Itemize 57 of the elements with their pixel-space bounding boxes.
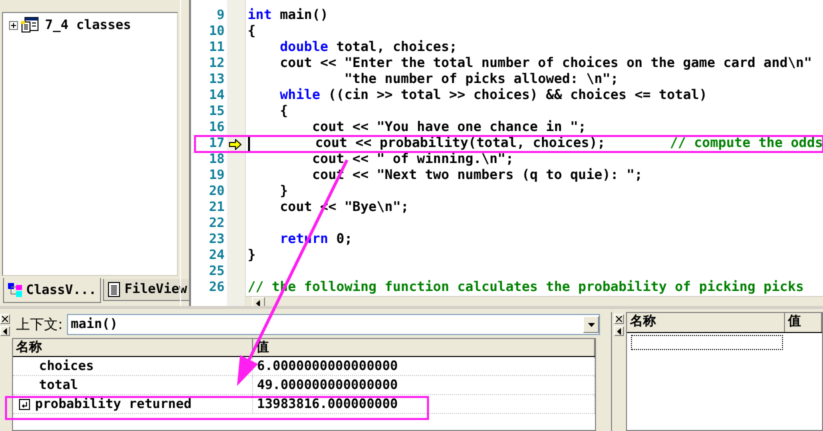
line-number: 13 bbox=[208, 72, 225, 88]
line-number: 15 bbox=[208, 104, 225, 120]
variable-name: probability returned bbox=[35, 396, 192, 412]
class-icon bbox=[8, 283, 22, 297]
document-icon bbox=[108, 282, 120, 297]
column-header[interactable]: 名称 bbox=[627, 313, 785, 332]
horizontal-scrollbar[interactable] bbox=[246, 296, 823, 306]
code-line: cout << probability(total, choices); // compute the odds bbox=[314, 136, 823, 152]
workspace-tab[interactable]: ClassV... bbox=[3, 278, 102, 303]
variable-name: choices bbox=[39, 358, 94, 374]
line-number: 19 bbox=[208, 168, 225, 184]
text-cursor bbox=[248, 137, 250, 151]
line-number: 11 bbox=[208, 40, 225, 56]
context-label: 上下文: bbox=[16, 316, 63, 334]
code-line: } bbox=[278, 184, 288, 200]
collapse-arrow-icon[interactable] bbox=[0, 326, 10, 336]
variable-value: 6.0000000000000000 bbox=[257, 358, 398, 374]
left-arrow-icon bbox=[255, 300, 262, 306]
line-number: 17 bbox=[208, 136, 225, 152]
line-number: 18 bbox=[208, 152, 225, 168]
code-line: "the number of picks allowed: \n"; bbox=[343, 72, 618, 88]
line-number: 20 bbox=[208, 184, 225, 200]
context-dropdown[interactable]: main() bbox=[66, 314, 600, 335]
code-line: cout << "Enter the total number of choices on the game card and\n" bbox=[278, 56, 812, 72]
line-number: 21 bbox=[208, 200, 225, 216]
line-number: 14 bbox=[208, 88, 225, 104]
line-number: 24 bbox=[208, 248, 225, 264]
variable-name: total bbox=[39, 378, 78, 392]
project-icon bbox=[21, 17, 39, 33]
line-number: 23 bbox=[208, 232, 225, 248]
close-icon[interactable] bbox=[614, 314, 624, 324]
line-number: 22 bbox=[208, 216, 225, 232]
code-line: } bbox=[248, 248, 256, 264]
line-number: 25 bbox=[208, 264, 225, 280]
variable-value: 49.000000000000000 bbox=[257, 378, 398, 392]
close-icon[interactable] bbox=[0, 314, 10, 324]
variable-value: 13983816.000000000 bbox=[257, 396, 398, 412]
code-line: cout << "You have one chance in "; bbox=[311, 120, 586, 136]
code-line: while ((cin >> total >> choices) && choices <= total) bbox=[278, 88, 708, 104]
watch-entry-field[interactable] bbox=[631, 335, 783, 350]
scroll-left-button[interactable] bbox=[252, 297, 265, 306]
line-number: 26 bbox=[208, 280, 225, 296]
line-number: 16 bbox=[208, 120, 225, 136]
code-line: { bbox=[248, 24, 256, 40]
line-number: 10 bbox=[208, 24, 225, 40]
column-header[interactable]: 值 bbox=[785, 313, 822, 332]
line-number: 9 bbox=[216, 8, 225, 24]
expand-icon[interactable] bbox=[9, 20, 18, 30]
collapse-arrow-icon[interactable] bbox=[614, 326, 624, 336]
line-number: 12 bbox=[208, 56, 225, 72]
tree-item[interactable]: 7_4 classes bbox=[45, 18, 132, 32]
return-value-icon bbox=[19, 398, 30, 410]
code-line: double total, choices; bbox=[278, 40, 458, 56]
code-line: { bbox=[278, 104, 288, 120]
code-line: int main() bbox=[248, 8, 328, 24]
dropdown-icon bbox=[588, 322, 594, 326]
code-line: cout << " of winning.\n"; bbox=[311, 152, 514, 168]
